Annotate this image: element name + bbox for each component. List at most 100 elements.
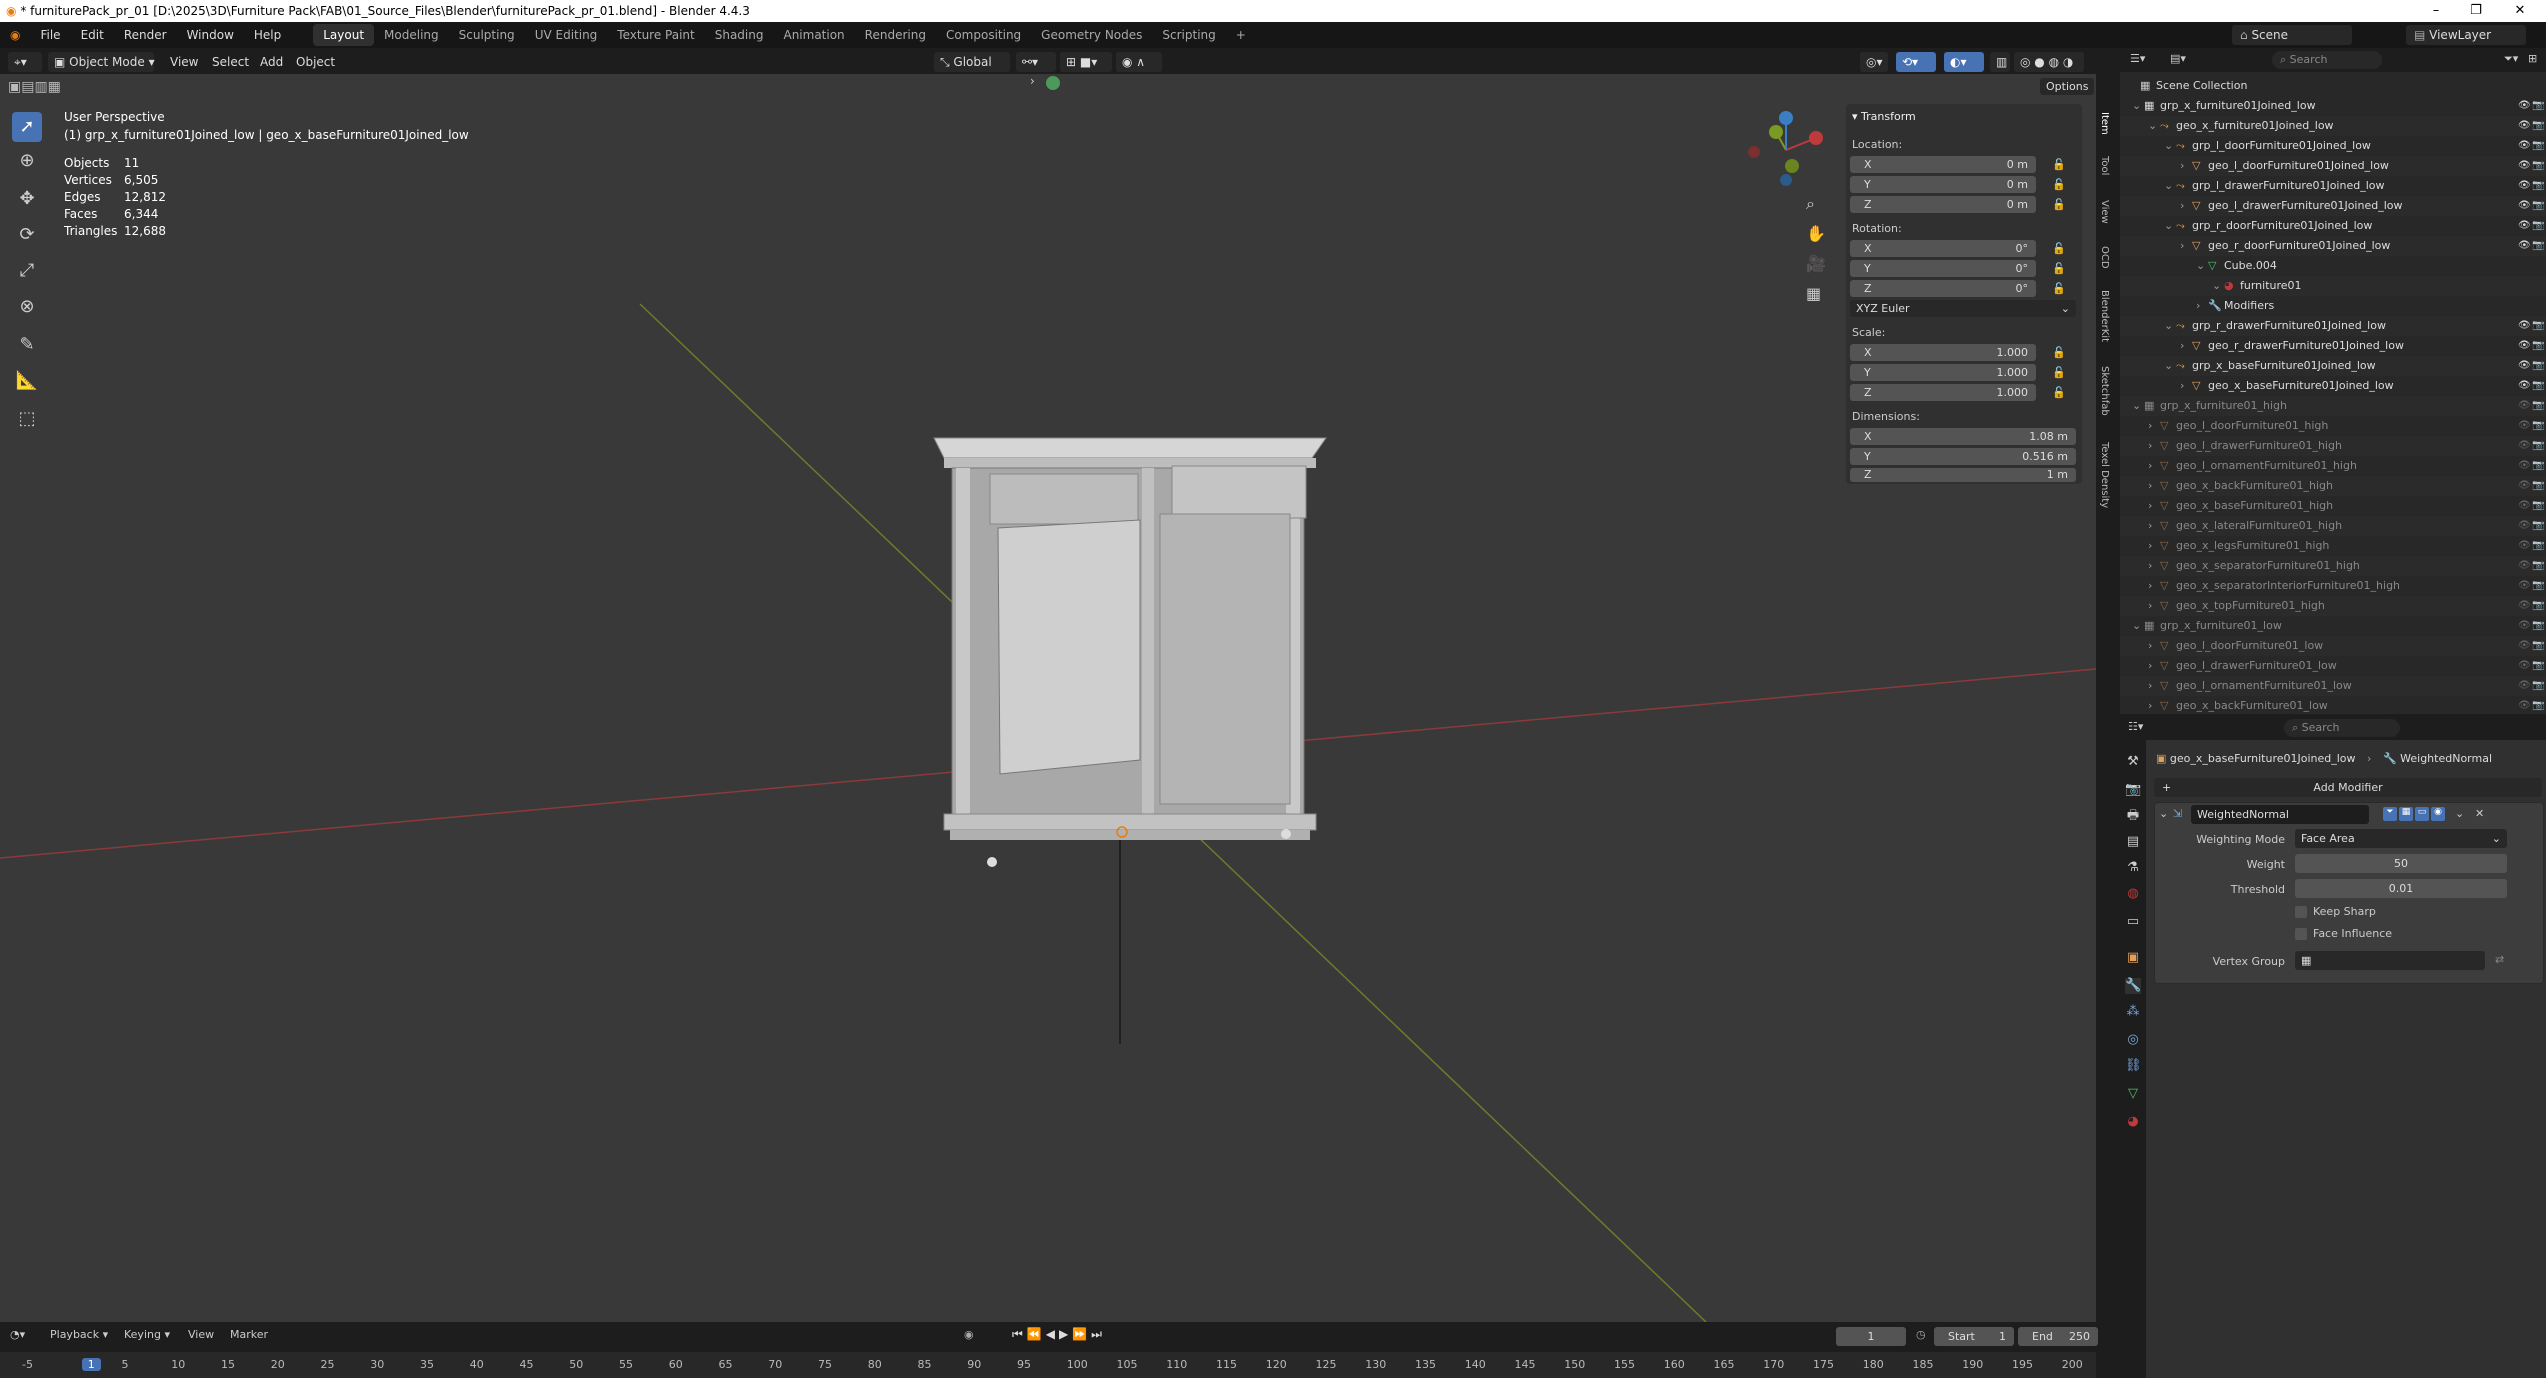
expand-chevron-icon[interactable]: ›	[2148, 536, 2152, 556]
overlay-toggle-icon[interactable]: ◐▾	[1944, 52, 1984, 72]
outliner-row[interactable]: › 🔧 Modifiers	[2120, 296, 2546, 316]
expand-chevron-icon[interactable]: ›	[2148, 636, 2152, 656]
expand-chevron-icon[interactable]: ⌄	[2164, 176, 2173, 196]
lock-icon[interactable]: 🔓	[2052, 366, 2066, 379]
add-workspace-icon[interactable]: +	[1226, 24, 1256, 46]
render-camera-icon[interactable]: 📷	[2532, 556, 2544, 576]
start-frame-field[interactable]: Start 1	[1934, 1327, 2014, 1346]
expand-chevron-icon[interactable]: ›	[2148, 516, 2152, 536]
menu-render[interactable]: Render	[114, 28, 177, 42]
render-camera-icon[interactable]: 📷	[2532, 596, 2544, 616]
visibility-eye-icon[interactable]: 👁	[2518, 556, 2531, 576]
modifier-menu-chevron-icon[interactable]: ⌄	[2455, 807, 2464, 820]
current-frame-field[interactable]: 1	[1836, 1327, 1906, 1346]
maximize-button[interactable]: ❐	[2456, 0, 2496, 22]
tab-texel-density[interactable]: Texel Density	[2096, 442, 2110, 508]
transform-tool-icon[interactable]: ⊗	[12, 292, 42, 322]
edit-mode-toggle-icon[interactable]: ▦	[2399, 807, 2413, 821]
rotation-x-field[interactable]: X 0°	[1850, 240, 2036, 257]
render-camera-icon[interactable]: 📷	[2532, 336, 2544, 356]
workspace-tab-compositing[interactable]: Compositing	[936, 24, 1031, 46]
menu-marker[interactable]: Marker	[230, 1328, 268, 1341]
outliner-row[interactable]: › ▽ geo_x_baseFurniture01Joined_low 👁 📷	[2120, 376, 2546, 396]
render-camera-icon[interactable]: 📷	[2532, 496, 2544, 516]
workspace-tab-shading[interactable]: Shading	[705, 24, 774, 46]
workspace-tab-modeling[interactable]: Modeling	[374, 24, 449, 46]
menu-help[interactable]: Help	[244, 28, 291, 42]
visibility-eye-icon[interactable]: 👁	[2518, 316, 2531, 336]
expand-chevron-icon[interactable]: ›	[2148, 656, 2152, 676]
collapse-chevron-icon[interactable]: ⌄	[2159, 807, 2168, 820]
expand-chevron-icon[interactable]: ›	[2148, 456, 2152, 476]
visibility-eye-icon[interactable]: 👁	[2518, 596, 2531, 616]
expand-chevron-icon[interactable]: ⌄	[2164, 356, 2173, 376]
workspace-tab-layout[interactable]: Layout	[313, 24, 375, 46]
visibility-eye-icon[interactable]: 👁	[2518, 636, 2531, 656]
render-camera-icon[interactable]: 📷	[2532, 676, 2544, 696]
visibility-eye-icon[interactable]: 👁	[2518, 416, 2531, 436]
outliner-row[interactable]: ⌄ ▽ Cube.004	[2120, 256, 2546, 276]
visibility-eye-icon[interactable]: 👁	[2518, 336, 2531, 356]
view-layer-tab-icon[interactable]: ▤	[2125, 834, 2141, 850]
render-camera-icon[interactable]: 📷	[2532, 636, 2544, 656]
physics-tab-icon[interactable]: ◎	[2125, 1032, 2141, 1048]
expand-chevron-icon[interactable]: ›	[2148, 576, 2152, 596]
tab-ocd[interactable]: OCD	[2096, 246, 2110, 269]
outliner-row[interactable]: › ▽ geo_l_doorFurniture01_high 👁 📷	[2120, 416, 2546, 436]
auto-keying-icon[interactable]: ◉	[964, 1328, 974, 1341]
location-x-field[interactable]: X 0 m	[1850, 156, 2036, 173]
render-camera-icon[interactable]: 📷	[2532, 436, 2544, 456]
expand-chevron-icon[interactable]: ⌄	[2196, 256, 2205, 276]
annotate-tool-icon[interactable]: ✎	[12, 330, 42, 360]
dimensions-y-field[interactable]: Y 0.516 m	[1850, 448, 2076, 465]
workspace-tab-scripting[interactable]: Scripting	[1152, 24, 1225, 46]
outliner-row[interactable]: › ▽ geo_x_lateralFurniture01_high 👁 📷	[2120, 516, 2546, 536]
scene-tab-icon[interactable]: ⚗	[2125, 860, 2141, 876]
transform-panel-header[interactable]: ▾ Transform	[1852, 110, 1916, 123]
render-camera-icon[interactable]: 📷	[2532, 116, 2544, 136]
object-tab-icon[interactable]: ▣	[2125, 950, 2141, 966]
minimize-button[interactable]: –	[2416, 0, 2456, 22]
tab-tool[interactable]: Tool	[2096, 156, 2110, 175]
outliner-row[interactable]: ⌄ ⤳ grp_l_drawerFurniture01Joined_low 👁 📷	[2120, 176, 2546, 196]
visibility-eye-icon[interactable]: 👁	[2518, 676, 2531, 696]
weight-field[interactable]: 50	[2295, 854, 2507, 873]
render-camera-icon[interactable]: 📷	[2532, 536, 2544, 556]
navigation-gizmo[interactable]	[1746, 110, 1826, 190]
workspace-tab-animation[interactable]: Animation	[773, 24, 854, 46]
outliner-row[interactable]: ⌄ ⤳ grp_r_doorFurniture01Joined_low 👁 📷	[2120, 216, 2546, 236]
particles-tab-icon[interactable]: ⁂	[2125, 1004, 2141, 1020]
outliner-row[interactable]: › ▽ geo_r_doorFurniture01Joined_low 👁 📷	[2120, 236, 2546, 256]
expand-chevron-icon[interactable]: ›	[2148, 416, 2152, 436]
lock-icon[interactable]: 🔓	[2052, 198, 2066, 211]
lock-icon[interactable]: 🔓	[2052, 262, 2066, 275]
playback-controls[interactable]: ⏮⏪◀▶⏩⏭	[1012, 1327, 1106, 1342]
expand-chevron-icon[interactable]: ›	[2148, 496, 2152, 516]
on-cage-toggle-icon[interactable]: ⏷	[2383, 807, 2397, 821]
outliner-row[interactable]: › ▽ geo_l_ornamentFurniture01_high 👁 📷	[2120, 456, 2546, 476]
workspace-tab-sculpting[interactable]: Sculpting	[449, 24, 525, 46]
render-camera-icon[interactable]: 📷	[2532, 456, 2544, 476]
pivot-icon[interactable]: ⚯▾	[1016, 52, 1056, 72]
outliner-row[interactable]: ⌄ ⤳ grp_r_drawerFurniture01Joined_low 👁 📷	[2120, 316, 2546, 336]
gizmo-shortcut-icon[interactable]	[1046, 76, 1060, 90]
location-z-field[interactable]: Z 0 m	[1850, 196, 2036, 213]
visibility-eye-icon[interactable]: 👁	[2518, 216, 2531, 236]
proportional-edit-icon[interactable]: ◉ ∧	[1116, 52, 1162, 72]
blender-menu-icon[interactable]: ◉	[0, 28, 30, 42]
output-tab-icon[interactable]: 🖶	[2125, 808, 2141, 824]
modifier-tab-icon[interactable]: 🔧	[2125, 978, 2141, 994]
visibility-eye-icon[interactable]: 👁	[2518, 476, 2531, 496]
weighting-mode-dropdown[interactable]: Face Area ⌄	[2295, 829, 2507, 848]
rotation-y-field[interactable]: Y 0°	[1850, 260, 2036, 277]
visibility-eye-icon[interactable]: 👁	[2518, 96, 2531, 116]
render-camera-icon[interactable]: 📷	[2532, 616, 2544, 636]
outliner-row[interactable]: ⌄ ▦ grp_x_furniture01_high 👁 📷	[2120, 396, 2546, 416]
shading-modes[interactable]: ◎ ● ◍ ◑	[2014, 52, 2084, 72]
modifier-name-input[interactable]: WeightedNormal	[2191, 805, 2369, 824]
menu-file[interactable]: File	[30, 28, 70, 42]
keep-sharp-checkbox[interactable]: Keep Sharp	[2295, 905, 2376, 918]
perspective-toggle-icon[interactable]: ▦	[1806, 284, 1821, 303]
close-button[interactable]: ✕	[2500, 0, 2540, 22]
menu-select[interactable]: Select	[206, 52, 255, 72]
